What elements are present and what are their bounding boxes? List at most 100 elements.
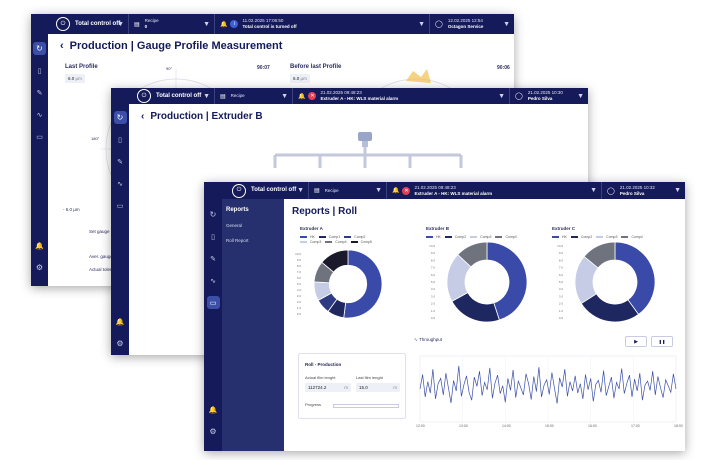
chevron-down-icon: ▼ (503, 20, 510, 28)
play-button[interactable]: ▶ (625, 336, 647, 347)
event-bar[interactable]: 🔔 i 11.02.2025 17:06:50 Total control is… (215, 14, 430, 34)
roll-panel-title: Roll - Production (305, 362, 342, 367)
recipe-selector[interactable]: ▤ Recipe 0 ▼ (129, 14, 215, 34)
chevron-down-icon: ▼ (498, 92, 505, 100)
alarm-icon: ✕ (402, 186, 411, 195)
time-tick-label: 18:00 (674, 424, 683, 428)
chart-title-extruder-c: Extruder C (552, 226, 576, 231)
user-name: Pedro Silva (619, 190, 645, 196)
recipe-selector[interactable]: ▤ Recipe ▼ (309, 182, 387, 199)
status-title: Total control off (75, 20, 121, 27)
axis-tick-label: 2.0 (559, 302, 564, 306)
pulse-icon[interactable]: ∿ (114, 177, 127, 190)
pulse-icon[interactable]: ∿ (207, 274, 220, 287)
last-length-field[interactable]: 15.0 m (356, 383, 400, 392)
axis-tick-label: 9.0 (559, 251, 564, 255)
bell-icon[interactable]: 🔔 (207, 403, 220, 416)
user-menu[interactable]: ◯ 21.02.2025 10:30 Pedro Silva ▼ (510, 88, 588, 104)
roll-production-panel: Roll - Production Actual film lenght 112… (298, 353, 406, 419)
clipboard-icon[interactable]: ▭ (206, 296, 220, 309)
actual-length-field[interactable]: 112724.2 m (305, 383, 351, 392)
bell-icon[interactable]: 🔔 (33, 239, 46, 252)
axis-tick-label: 3.0 (431, 294, 436, 298)
clipboard-icon[interactable]: ▭ (114, 199, 127, 212)
min-gauge-label: - 6.0 µm (63, 207, 80, 212)
chart-line-icon: ∿ (414, 337, 418, 342)
pause-button[interactable]: ❚❚ (651, 336, 673, 347)
event-bar[interactable]: 🔔 ✕ 21.02.2025 09:48:23 Extruder A - HK:… (293, 88, 510, 104)
chart-title-extruder-a: Extruder A (300, 226, 323, 231)
document-icon[interactable]: ▯ (207, 230, 220, 243)
page-title: ‹ Production | Gauge Profile Measurement (60, 40, 283, 52)
chevron-down-icon: ▼ (577, 92, 584, 100)
settings-icon[interactable]: ⚙ (33, 261, 46, 274)
tools-icon[interactable]: ✎ (33, 86, 46, 99)
status-selector[interactable]: ⏻ Total control off ▼ (204, 182, 309, 199)
settings-icon[interactable]: ⚙ (207, 425, 220, 438)
nav-item-general[interactable]: General (226, 223, 284, 228)
user-time: 21.02.2025 10:32 (619, 184, 655, 190)
nav-item-roll-report[interactable]: Roll Report (226, 238, 284, 243)
tools-icon[interactable]: ✎ (114, 155, 127, 168)
progress-label: Progress (305, 402, 322, 407)
page-title: Reports | Roll (292, 206, 358, 217)
status-selector[interactable]: ⏻ Total control off ▼ (111, 88, 215, 104)
back-arrow-icon[interactable]: ‹ (141, 111, 144, 122)
progress-bar (333, 404, 399, 408)
side-rail: ↻ ▯ ✎ ∿ ▭ 🔔 ⚙ (204, 199, 222, 451)
back-arrow-icon[interactable]: ‹ (60, 40, 64, 52)
user-icon: ◯ (435, 21, 443, 28)
angle-top-label: 90° (166, 66, 173, 71)
top-bar: ⏻ Total control off ▼ ▤ Recipe 0 ▼ 🔔 i 1… (31, 14, 514, 34)
axis-tick-label: 0.0 (297, 312, 302, 316)
axis-tick-label: 9.0 (297, 258, 302, 262)
clipboard-icon[interactable]: ▭ (33, 130, 46, 143)
status-selector[interactable]: ⏻ Total control off ▼ (31, 14, 129, 34)
set-gauge-label: Set gauge (89, 229, 110, 234)
bell-icon: 🔔 (220, 21, 228, 28)
document-icon[interactable]: ▯ (114, 133, 127, 146)
user-icon: ◯ (607, 187, 615, 195)
alarm-icon: ✕ (308, 92, 317, 100)
tools-icon[interactable]: ✎ (207, 252, 220, 265)
event-bar[interactable]: 🔔 ✕ 21.02.2025 09:48:23 Extruder A - HK:… (387, 182, 602, 199)
chevron-down-icon: ▼ (297, 187, 304, 194)
user-menu[interactable]: ◯ 21.02.2025 10:32 Pedro Silva ▼ (602, 182, 685, 199)
refresh-icon[interactable]: ↻ (113, 111, 127, 124)
status-title: Total control off (251, 187, 297, 193)
axis-tick-label: 1.0 (431, 309, 436, 313)
info-icon: i (230, 20, 239, 28)
recipe-selector[interactable]: ▤ Recipe ▼ (215, 88, 293, 104)
time-axis: 12:00 13:00 14:00 15:00 16:00 17:00 18:00 (416, 424, 683, 432)
last-profile-scale[interactable]: 6.0 µm (65, 74, 85, 83)
donut-slice (343, 249, 383, 319)
user-name: Pedro Silva (527, 96, 553, 101)
user-menu[interactable]: ◯ 12.02.2025 12:54 Octagon Service ▼ (430, 14, 514, 34)
recipe-icon: ▤ (314, 188, 320, 194)
bell-icon[interactable]: 🔔 (114, 315, 127, 328)
user-icon: ◯ (515, 93, 523, 100)
axis-tick-label: 0.0 (431, 316, 436, 320)
refresh-icon[interactable]: ↻ (207, 208, 220, 221)
axis-tick-label: 6.0 (297, 276, 302, 280)
axis-tick-label: 4.0 (431, 287, 436, 291)
status-title: Total control off (156, 92, 202, 99)
chart-title-extruder-b: Extruder B (426, 226, 450, 231)
axis-tick-label: 4.0 (297, 288, 302, 292)
chart-legend-a: HK Comp1 Comp2 Comp3 Comp4 Comp5 (300, 235, 390, 244)
axis-tick-label: 7.0 (297, 270, 302, 274)
axis-tick-label: 2.0 (297, 300, 302, 304)
legend-item: Comp2 (344, 235, 365, 239)
recipe-label: Recipe (324, 187, 339, 193)
settings-icon[interactable]: ⚙ (114, 337, 127, 350)
last-length-label: Last film lenght (356, 375, 383, 380)
before-profile-scale[interactable]: 6.0 µm (290, 74, 310, 83)
reports-nav-panel: Reports General Roll Report (222, 199, 284, 451)
legend-item: Comp3 (300, 240, 321, 244)
document-icon[interactable]: ▯ (33, 64, 46, 77)
event-text: Total control is turned off (242, 24, 297, 29)
pulse-icon[interactable]: ∿ (33, 108, 46, 121)
axis-tick-label: 5.0 (297, 282, 302, 286)
refresh-icon[interactable]: ↻ (33, 42, 46, 55)
axis-tick-label: 1.0 (559, 309, 564, 313)
